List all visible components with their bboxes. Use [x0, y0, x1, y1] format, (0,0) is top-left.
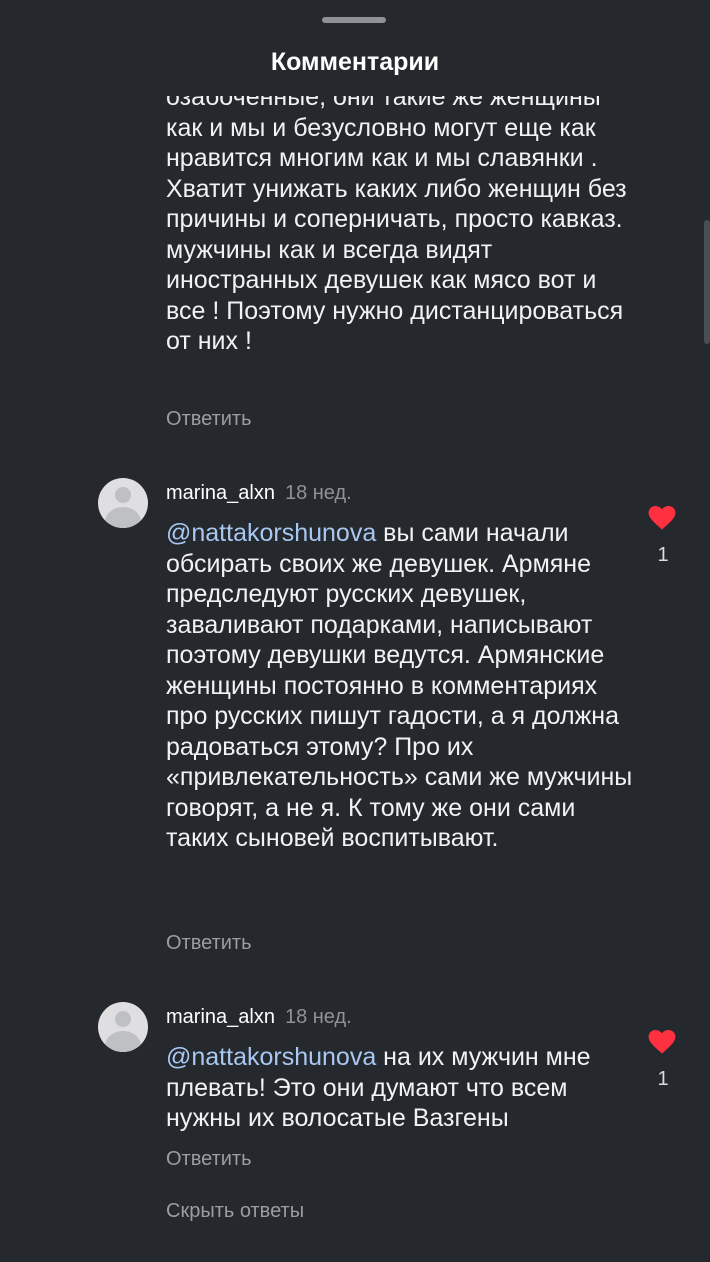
reply-button[interactable]: Ответить	[166, 1148, 252, 1171]
mention-link[interactable]: @nattakorshunova	[166, 1043, 376, 1071]
heart-icon[interactable]	[648, 1029, 676, 1055]
hide-replies-button[interactable]: Скрыть ответы	[166, 1200, 304, 1223]
username[interactable]: marina_alxn	[166, 1006, 275, 1028]
heart-icon[interactable]	[648, 505, 676, 531]
mention-link[interactable]: @nattakorshunova	[166, 519, 376, 547]
sheet-title: Комментарии	[270, 48, 440, 76]
comment-author[interactable]: marina_alxn 18 нед.	[166, 482, 352, 505]
comment-text: @nattakorshunova на их мужчин мне плеват…	[166, 1043, 591, 1132]
reply-button[interactable]: Ответить	[166, 932, 252, 955]
comments-list[interactable]: озабоченные, они такие же женщины как и …	[0, 96, 710, 1262]
reply-button[interactable]: Ответить	[166, 408, 252, 431]
comment-author[interactable]: marina_alxn 18 нед.	[166, 1006, 352, 1029]
comment-text: озабоченные, они такие же женщины как и …	[166, 96, 627, 355]
comment-timestamp: 18 нед.	[284, 1006, 352, 1028]
like-count: 1	[657, 544, 669, 566]
username[interactable]: marina_alxn	[166, 482, 275, 504]
default-avatar-icon[interactable]	[98, 1002, 148, 1052]
comment-text: @nattakorshunova вы сами начали обсирать…	[166, 519, 633, 852]
default-avatar-icon[interactable]	[98, 478, 148, 528]
scrollbar[interactable]	[704, 220, 710, 344]
like-count: 1	[657, 1068, 669, 1090]
comment-timestamp: 18 нед.	[284, 482, 352, 504]
sheet-grab-handle[interactable]	[322, 17, 386, 23]
